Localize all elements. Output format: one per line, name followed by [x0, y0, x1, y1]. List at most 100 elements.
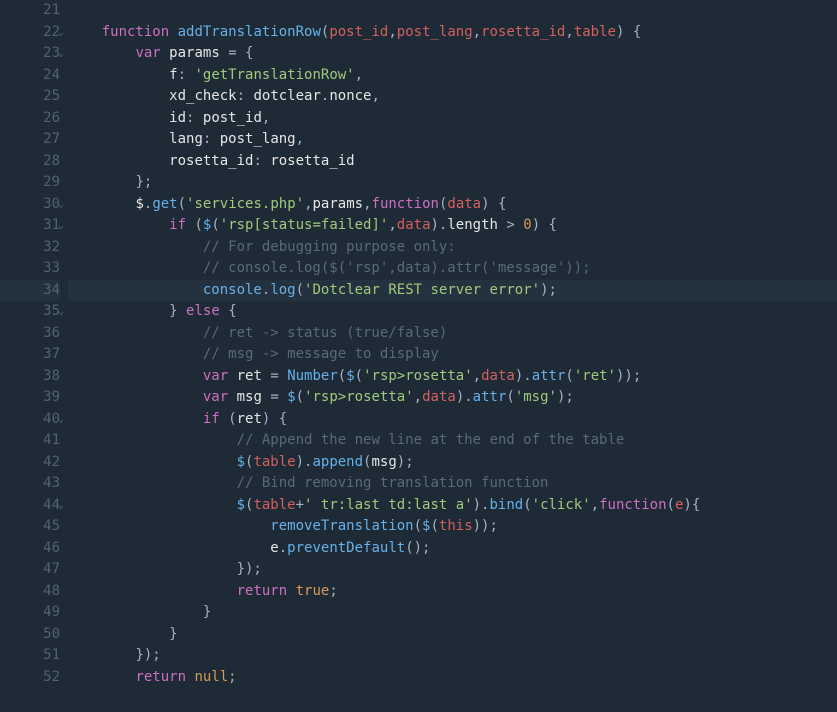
gutter-line-52[interactable]: 52: [0, 667, 60, 689]
gutter-line-32[interactable]: 32: [0, 237, 60, 259]
gutter-line-48[interactable]: 48: [0, 581, 60, 603]
diff-marker-icon[interactable]: ‹›: [0, 280, 1, 302]
line-number: 46: [36, 538, 60, 560]
gutter-line-28[interactable]: 28: [0, 151, 60, 173]
line-number: 34: [36, 280, 60, 302]
code-line-51[interactable]: });: [68, 645, 837, 667]
gutter-line-35[interactable]: 35⌄: [0, 301, 60, 323]
gutter-line-25[interactable]: 25: [0, 86, 60, 108]
line-number: 28: [36, 151, 60, 173]
line-number: 23: [36, 43, 60, 65]
gutter-line-45[interactable]: 45: [0, 516, 60, 538]
fold-toggle-icon[interactable]: ⌄: [58, 22, 64, 44]
code-line-50[interactable]: }: [68, 624, 837, 646]
gutter-line-43[interactable]: 43: [0, 473, 60, 495]
gutter-line-29[interactable]: 29: [0, 172, 60, 194]
line-number: 49: [36, 602, 60, 624]
code-line-22[interactable]: function addTranslationRow(post_id,post_…: [68, 22, 837, 44]
code-line-42[interactable]: $(table).append(msg);: [68, 452, 837, 474]
gutter-line-22[interactable]: 22⌄: [0, 22, 60, 44]
line-number: 43: [36, 473, 60, 495]
gutter-line-31[interactable]: 31⌄: [0, 215, 60, 237]
line-number: 21: [36, 0, 60, 22]
code-line-36[interactable]: // ret -> status (true/false): [68, 323, 837, 345]
code-line-34[interactable]: console.log('Dotclear REST server error'…: [68, 280, 837, 302]
line-number: 36: [36, 323, 60, 345]
code-line-35[interactable]: } else {: [68, 301, 837, 323]
code-line-31[interactable]: if ($('rsp[status=failed]',data).length …: [68, 215, 837, 237]
code-line-48[interactable]: return true;: [68, 581, 837, 603]
code-line-41[interactable]: // Append the new line at the end of the…: [68, 430, 837, 452]
code-line-23[interactable]: var params = {: [68, 43, 837, 65]
gutter-line-46[interactable]: 46: [0, 538, 60, 560]
line-number: 35: [36, 301, 60, 323]
gutter-line-38[interactable]: 38: [0, 366, 60, 388]
gutter-line-30[interactable]: 30⌄: [0, 194, 60, 216]
code-line-25[interactable]: xd_check: dotclear.nonce,: [68, 86, 837, 108]
code-line-27[interactable]: lang: post_lang,: [68, 129, 837, 151]
code-line-39[interactable]: var msg = $('rsp>rosetta',data).attr('ms…: [68, 387, 837, 409]
line-number: 51: [36, 645, 60, 667]
line-number: 29: [36, 172, 60, 194]
code-line-30[interactable]: $.get('services.php',params,function(dat…: [68, 194, 837, 216]
code-line-40[interactable]: if (ret) {: [68, 409, 837, 431]
gutter-line-41[interactable]: 41: [0, 430, 60, 452]
line-number: 47: [36, 559, 60, 581]
line-number: 25: [36, 86, 60, 108]
gutter-line-49[interactable]: 49: [0, 602, 60, 624]
code-line-28[interactable]: rosetta_id: rosetta_id: [68, 151, 837, 173]
code-line-33[interactable]: // console.log($('rsp',data).attr('messa…: [68, 258, 837, 280]
gutter-line-51[interactable]: 51: [0, 645, 60, 667]
code-line-38[interactable]: var ret = Number($('rsp>rosetta',data).a…: [68, 366, 837, 388]
gutter-line-44[interactable]: 44⌄: [0, 495, 60, 517]
gutter-line-27[interactable]: 27: [0, 129, 60, 151]
code-line-26[interactable]: id: post_id,: [68, 108, 837, 130]
fold-toggle-icon[interactable]: ⌄: [58, 43, 64, 65]
line-number: 37: [36, 344, 60, 366]
line-number-gutter[interactable]: 2122⌄23⌄24252627282930⌄31⌄3233‹›3435⌄363…: [0, 0, 68, 688]
gutter-line-47[interactable]: 47: [0, 559, 60, 581]
line-number: 45: [36, 516, 60, 538]
code-line-21[interactable]: [68, 0, 837, 22]
gutter-line-33[interactable]: 33: [0, 258, 60, 280]
code-line-37[interactable]: // msg -> message to display: [68, 344, 837, 366]
gutter-line-42[interactable]: 42: [0, 452, 60, 474]
gutter-line-21[interactable]: 21: [0, 0, 60, 22]
code-line-29[interactable]: };: [68, 172, 837, 194]
gutter-line-23[interactable]: 23⌄: [0, 43, 60, 65]
gutter-line-39[interactable]: 39: [0, 387, 60, 409]
fold-toggle-icon[interactable]: ⌄: [58, 194, 64, 216]
code-line-43[interactable]: // Bind removing translation function: [68, 473, 837, 495]
code-line-52[interactable]: return null;: [68, 667, 837, 689]
code-editor[interactable]: 2122⌄23⌄24252627282930⌄31⌄3233‹›3435⌄363…: [0, 0, 837, 688]
line-number: 39: [36, 387, 60, 409]
code-line-46[interactable]: e.preventDefault();: [68, 538, 837, 560]
code-line-44[interactable]: $(table+' tr:last td:last a').bind('clic…: [68, 495, 837, 517]
fold-toggle-icon[interactable]: ⌄: [58, 215, 64, 237]
fold-toggle-icon[interactable]: ⌄: [58, 495, 64, 517]
line-number: 31: [36, 215, 60, 237]
line-number: 30: [36, 194, 60, 216]
gutter-line-40[interactable]: 40⌄: [0, 409, 60, 431]
code-line-24[interactable]: f: 'getTranslationRow',: [68, 65, 837, 87]
code-line-32[interactable]: // For debugging purpose only:: [68, 237, 837, 259]
line-number: 52: [36, 667, 60, 689]
fold-toggle-icon[interactable]: ⌄: [58, 409, 64, 431]
code-area[interactable]: function addTranslationRow(post_id,post_…: [68, 0, 837, 688]
code-line-45[interactable]: removeTranslation($(this));: [68, 516, 837, 538]
gutter-line-50[interactable]: 50: [0, 624, 60, 646]
gutter-line-36[interactable]: 36: [0, 323, 60, 345]
line-number: 26: [36, 108, 60, 130]
line-number: 41: [36, 430, 60, 452]
code-line-47[interactable]: });: [68, 559, 837, 581]
line-number: 42: [36, 452, 60, 474]
gutter-line-34[interactable]: ‹› 34: [0, 280, 60, 302]
code-line-49[interactable]: }: [68, 602, 837, 624]
line-number: 27: [36, 129, 60, 151]
line-number: 38: [36, 366, 60, 388]
gutter-line-24[interactable]: 24: [0, 65, 60, 87]
fold-toggle-icon[interactable]: ⌄: [58, 301, 64, 323]
line-number: 48: [36, 581, 60, 603]
gutter-line-37[interactable]: 37: [0, 344, 60, 366]
gutter-line-26[interactable]: 26: [0, 108, 60, 130]
